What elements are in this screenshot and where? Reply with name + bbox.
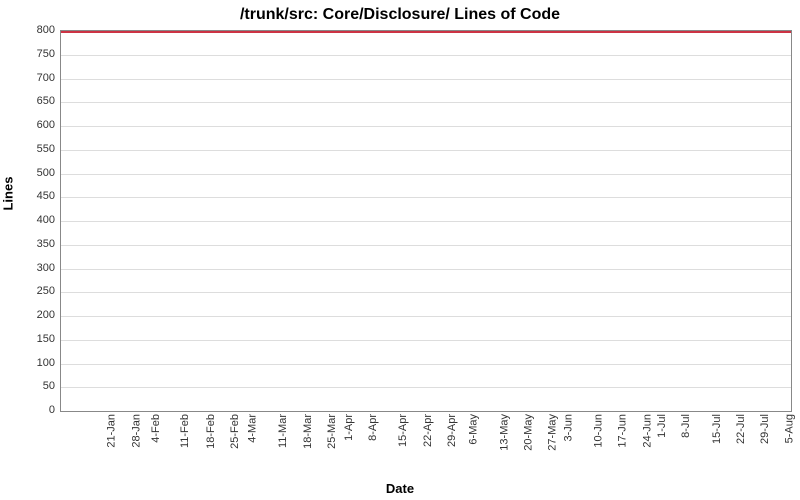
x-tick: 4-Mar (247, 414, 259, 443)
y-tick: 800 (0, 24, 55, 36)
x-tick: 27-May (547, 414, 559, 451)
gridline (61, 79, 791, 80)
x-tick: 15-Apr (397, 414, 409, 447)
gridline (61, 221, 791, 222)
y-axis-ticks: 0501001502002503003504004505005506006507… (0, 30, 55, 410)
gridline (61, 174, 791, 175)
y-tick: 600 (0, 119, 55, 131)
y-tick: 700 (0, 72, 55, 84)
x-tick: 8-Jul (680, 414, 692, 438)
y-tick: 750 (0, 48, 55, 60)
x-tick: 8-Apr (367, 414, 379, 441)
x-tick: 21-Jan (106, 414, 118, 448)
y-tick: 550 (0, 143, 55, 155)
x-tick: 11-Feb (179, 414, 191, 448)
x-tick: 10-Jun (592, 414, 604, 448)
x-tick: 17-Jun (617, 414, 629, 448)
y-tick: 100 (0, 357, 55, 369)
x-tick: 3-Jun (562, 414, 574, 442)
gridline (61, 316, 791, 317)
gridline (61, 387, 791, 388)
y-tick: 200 (0, 309, 55, 321)
x-tick: 15-Jul (710, 414, 722, 444)
x-tick: 18-Mar (302, 414, 314, 449)
x-tick: 29-Jul (759, 414, 771, 444)
gridline (61, 102, 791, 103)
x-tick: 22-Jul (735, 414, 747, 444)
gridline (61, 269, 791, 270)
x-tick: 24-Jun (641, 414, 653, 448)
x-tick: 25-Mar (326, 414, 338, 449)
gridline (61, 150, 791, 151)
y-tick: 50 (0, 380, 55, 392)
x-tick: 1-Jul (656, 414, 668, 438)
x-tick: 13-May (498, 414, 510, 451)
gridline (61, 55, 791, 56)
gridline (61, 292, 791, 293)
gridline (61, 245, 791, 246)
x-tick: 6-May (468, 414, 480, 445)
plot-area (60, 30, 792, 412)
x-axis-label: Date (0, 481, 800, 496)
y-tick: 250 (0, 285, 55, 297)
y-tick: 500 (0, 167, 55, 179)
x-tick: 29-Apr (446, 414, 458, 447)
x-tick: 1-Apr (342, 414, 354, 441)
y-tick: 150 (0, 333, 55, 345)
x-tick: 5-Aug (783, 414, 795, 443)
x-axis-ticks: 21-Jan 28-Jan 4-Feb 11-Feb 18-Feb 25-Feb 4-Mar… (60, 412, 790, 482)
x-tick: 4-Feb (150, 414, 162, 443)
x-tick: 22-Apr (422, 414, 434, 447)
gridline (61, 364, 791, 365)
chart-title: /trunk/src: Core/Disclosure/ Lines of Co… (0, 6, 800, 24)
x-tick: 20-May (523, 414, 535, 451)
y-tick: 350 (0, 238, 55, 250)
y-tick: 300 (0, 262, 55, 274)
x-tick: 28-Jan (130, 414, 142, 448)
chart-container: /trunk/src: Core/Disclosure/ Lines of Co… (0, 0, 800, 500)
x-tick: 25-Feb (229, 414, 241, 449)
y-tick: 650 (0, 95, 55, 107)
x-tick: 11-Mar (277, 414, 289, 448)
y-tick: 400 (0, 214, 55, 226)
gridline (61, 126, 791, 127)
x-tick: 18-Feb (204, 414, 216, 449)
y-tick: 450 (0, 190, 55, 202)
gridline (61, 197, 791, 198)
series-line (61, 31, 791, 33)
gridline (61, 340, 791, 341)
y-tick: 0 (0, 404, 55, 416)
